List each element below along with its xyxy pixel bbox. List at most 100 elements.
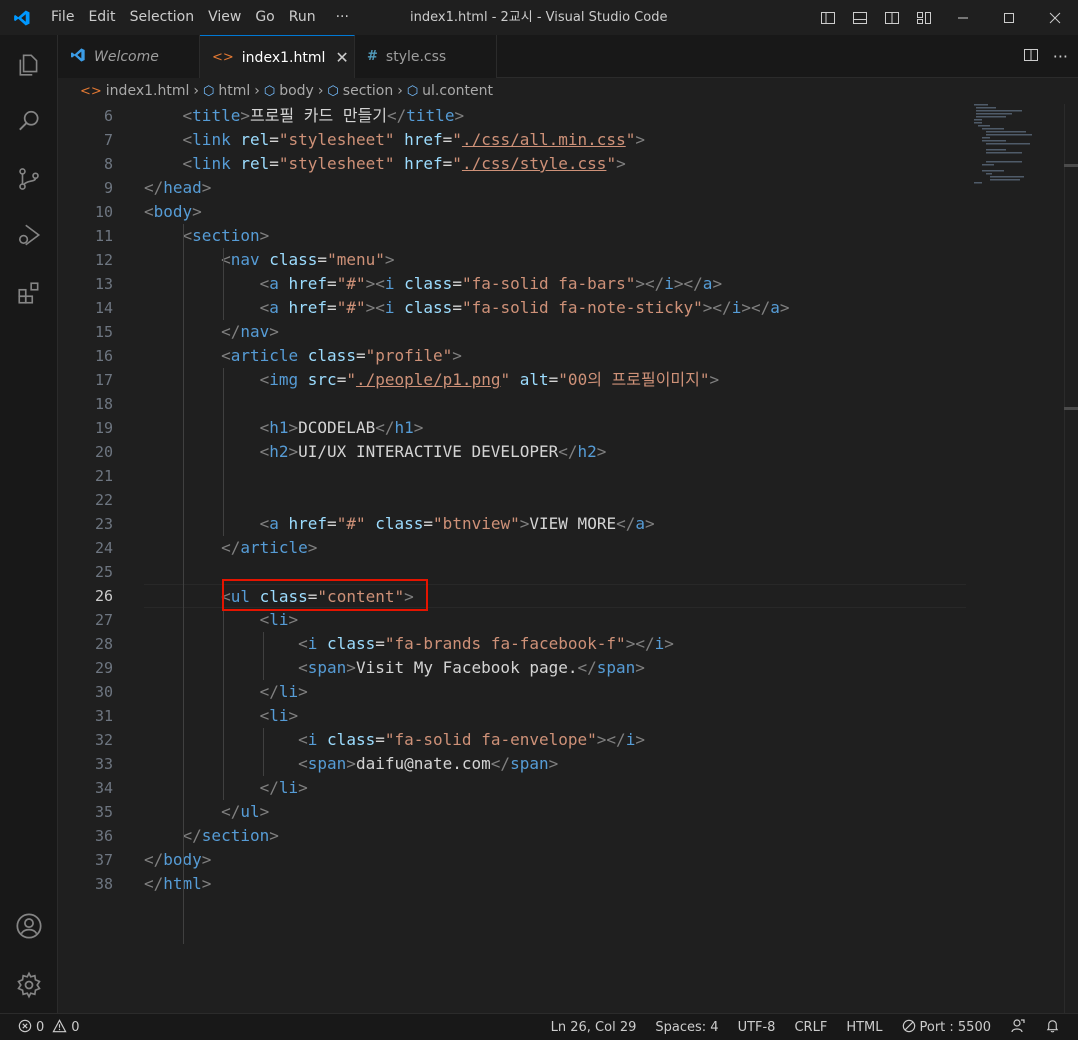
close-window-icon[interactable] [1032,0,1078,35]
code-line[interactable]: <link rel="stylesheet" href="./css/all.m… [144,128,966,152]
tab-welcome[interactable]: Welcome [58,35,200,78]
cursor-position[interactable]: Ln 26, Col 29 [551,1020,637,1035]
breadcrumb-item-body[interactable]: ⬡ body [264,83,314,99]
code-line[interactable]: <li> [144,704,966,728]
breadcrumb-item-ul-content[interactable]: ⬡ ul.content [407,83,493,99]
search-icon[interactable] [0,97,58,145]
code-line[interactable]: </html> [144,872,966,896]
feedback-icon[interactable] [1010,1018,1026,1038]
file-encoding[interactable]: UTF-8 [738,1020,776,1035]
code-line[interactable]: <i class="fa-brands fa-facebook-f"></i> [144,632,966,656]
menu-selection[interactable]: Selection [123,0,202,35]
more-actions-icon[interactable]: ··· [1053,47,1068,66]
window-title: index1.html - 2교시 - Visual Studio Code [410,10,668,25]
code-line[interactable]: <a href="#" class="btnview">VIEW MORE</a… [144,512,966,536]
code-editor[interactable]: 6 7 8 9 10 11 12 13 14 15 16 17 18 19 20 21 22 23 24 25 26 27… [58,104,1078,1013]
line-number: 31 [94,707,113,725]
code-line[interactable]: <h1>DCODELAB</h1> [144,416,966,440]
port-label: Port : 5500 [919,1020,992,1035]
line-number: 7 [103,131,113,149]
code-line[interactable] [144,392,966,416]
indent-guide [183,224,184,944]
code-line[interactable]: </nav> [144,320,966,344]
menu-go[interactable]: Go [248,0,281,35]
code-line[interactable]: <img src="./people/p1.png" alt="00의 프로필이… [144,368,966,392]
problems-indicator[interactable]: 0 0 [18,1014,80,1040]
breadcrumb-item-file[interactable]: <> index1.html [80,83,189,99]
line-number: 19 [94,419,113,437]
account-icon[interactable] [0,902,58,950]
breadcrumb-item-section[interactable]: ⬡ section [327,83,393,99]
split-editor-icon[interactable] [1023,47,1039,67]
toggle-primary-sidebar-icon[interactable] [812,0,844,35]
menu-view[interactable]: View [201,0,248,35]
line-number: 25 [94,563,113,581]
minimize-icon[interactable] [940,0,986,35]
code-line[interactable]: </article> [144,536,966,560]
chevron-right-icon: › [193,83,199,99]
line-number: 9 [103,179,113,197]
breadcrumb-item-html[interactable]: ⬡ html [203,83,250,99]
code-line[interactable]: </ul> [144,800,966,824]
code-line[interactable]: <span>Visit My Facebook page.</span> [144,656,966,680]
code-line[interactable] [144,488,966,512]
menu-edit[interactable]: Edit [81,0,122,35]
code-line[interactable]: </head> [144,176,966,200]
maximize-icon[interactable] [986,0,1032,35]
code-line[interactable]: <span>daifu@nate.com</span> [144,752,966,776]
line-number: 26 [94,587,113,605]
code-area[interactable]: <title>프로필 카드 만들기</title> <link rel="sty… [144,104,966,896]
vscode-logo-icon[interactable] [0,0,44,35]
code-line[interactable]: <a href="#"><i class="fa-solid fa-bars">… [144,272,966,296]
breadcrumb-label: html [218,83,251,99]
line-number: 23 [94,515,113,533]
code-line[interactable]: <li> [144,608,966,632]
source-control-icon[interactable] [0,155,58,203]
menu-file[interactable]: File [44,0,81,35]
code-line[interactable]: <nav class="menu"> [144,248,966,272]
code-line[interactable]: <title>프로필 카드 만들기</title> [144,104,966,128]
code-line[interactable]: </li> [144,776,966,800]
title-actions [812,0,1078,35]
live-server-port[interactable]: Port : 5500 [902,1019,992,1037]
code-line[interactable] [144,464,966,488]
menu-run[interactable]: Run [282,0,323,35]
indent-guide [223,248,224,320]
language-mode[interactable]: HTML [846,1020,882,1035]
tab-index1-html[interactable]: <> index1.html ✕ [200,35,355,79]
notifications-bell-icon[interactable] [1045,1018,1060,1037]
code-line[interactable]: </section> [144,824,966,848]
code-line[interactable]: <link rel="stylesheet" href="./css/style… [144,152,966,176]
toggle-secondary-sidebar-icon[interactable] [876,0,908,35]
breadcrumb: <> index1.html › ⬡ html › ⬡ body › ⬡ sec… [58,78,1078,104]
customize-layout-icon[interactable] [908,0,940,35]
extensions-icon[interactable] [0,269,58,317]
line-number-gutter: 6 7 8 9 10 11 12 13 14 15 16 17 18 19 20 21 22 23 24 25 26 27… [58,104,120,896]
end-of-line[interactable]: CRLF [794,1020,827,1035]
code-line[interactable]: </li> [144,680,966,704]
toggle-panel-icon[interactable] [844,0,876,35]
indent-guide [263,728,264,776]
code-line[interactable]: <article class="profile"> [144,344,966,368]
line-number: 14 [94,299,113,317]
code-line[interactable]: <i class="fa-solid fa-envelope"></i> [144,728,966,752]
code-line[interactable]: <h2>UI/UX INTERACTIVE DEVELOPER</h2> [144,440,966,464]
explorer-icon[interactable] [0,41,58,89]
manage-gear-icon[interactable] [0,961,58,1009]
code-line[interactable]: <body> [144,200,966,224]
title-bar: File Edit Selection View Go Run ··· inde… [0,0,1078,35]
line-number: 22 [94,491,113,509]
run-debug-icon[interactable] [0,211,58,259]
symbol-cube-icon: ⬡ [406,83,419,99]
minimap[interactable] [972,104,1052,184]
menu-more[interactable]: ··· [329,0,356,35]
code-line[interactable]: </body> [144,848,966,872]
tab-style-css[interactable]: # style.css [355,35,497,78]
line-number: 10 [94,203,113,221]
indentation[interactable]: Spaces: 4 [655,1020,718,1035]
vertical-scrollbar[interactable] [1064,104,1078,1013]
line-number: 11 [94,227,113,245]
code-line[interactable]: <a href="#"><i class="fa-solid fa-note-s… [144,296,966,320]
code-line[interactable]: <section> [144,224,966,248]
close-icon[interactable]: ✕ [335,48,348,67]
